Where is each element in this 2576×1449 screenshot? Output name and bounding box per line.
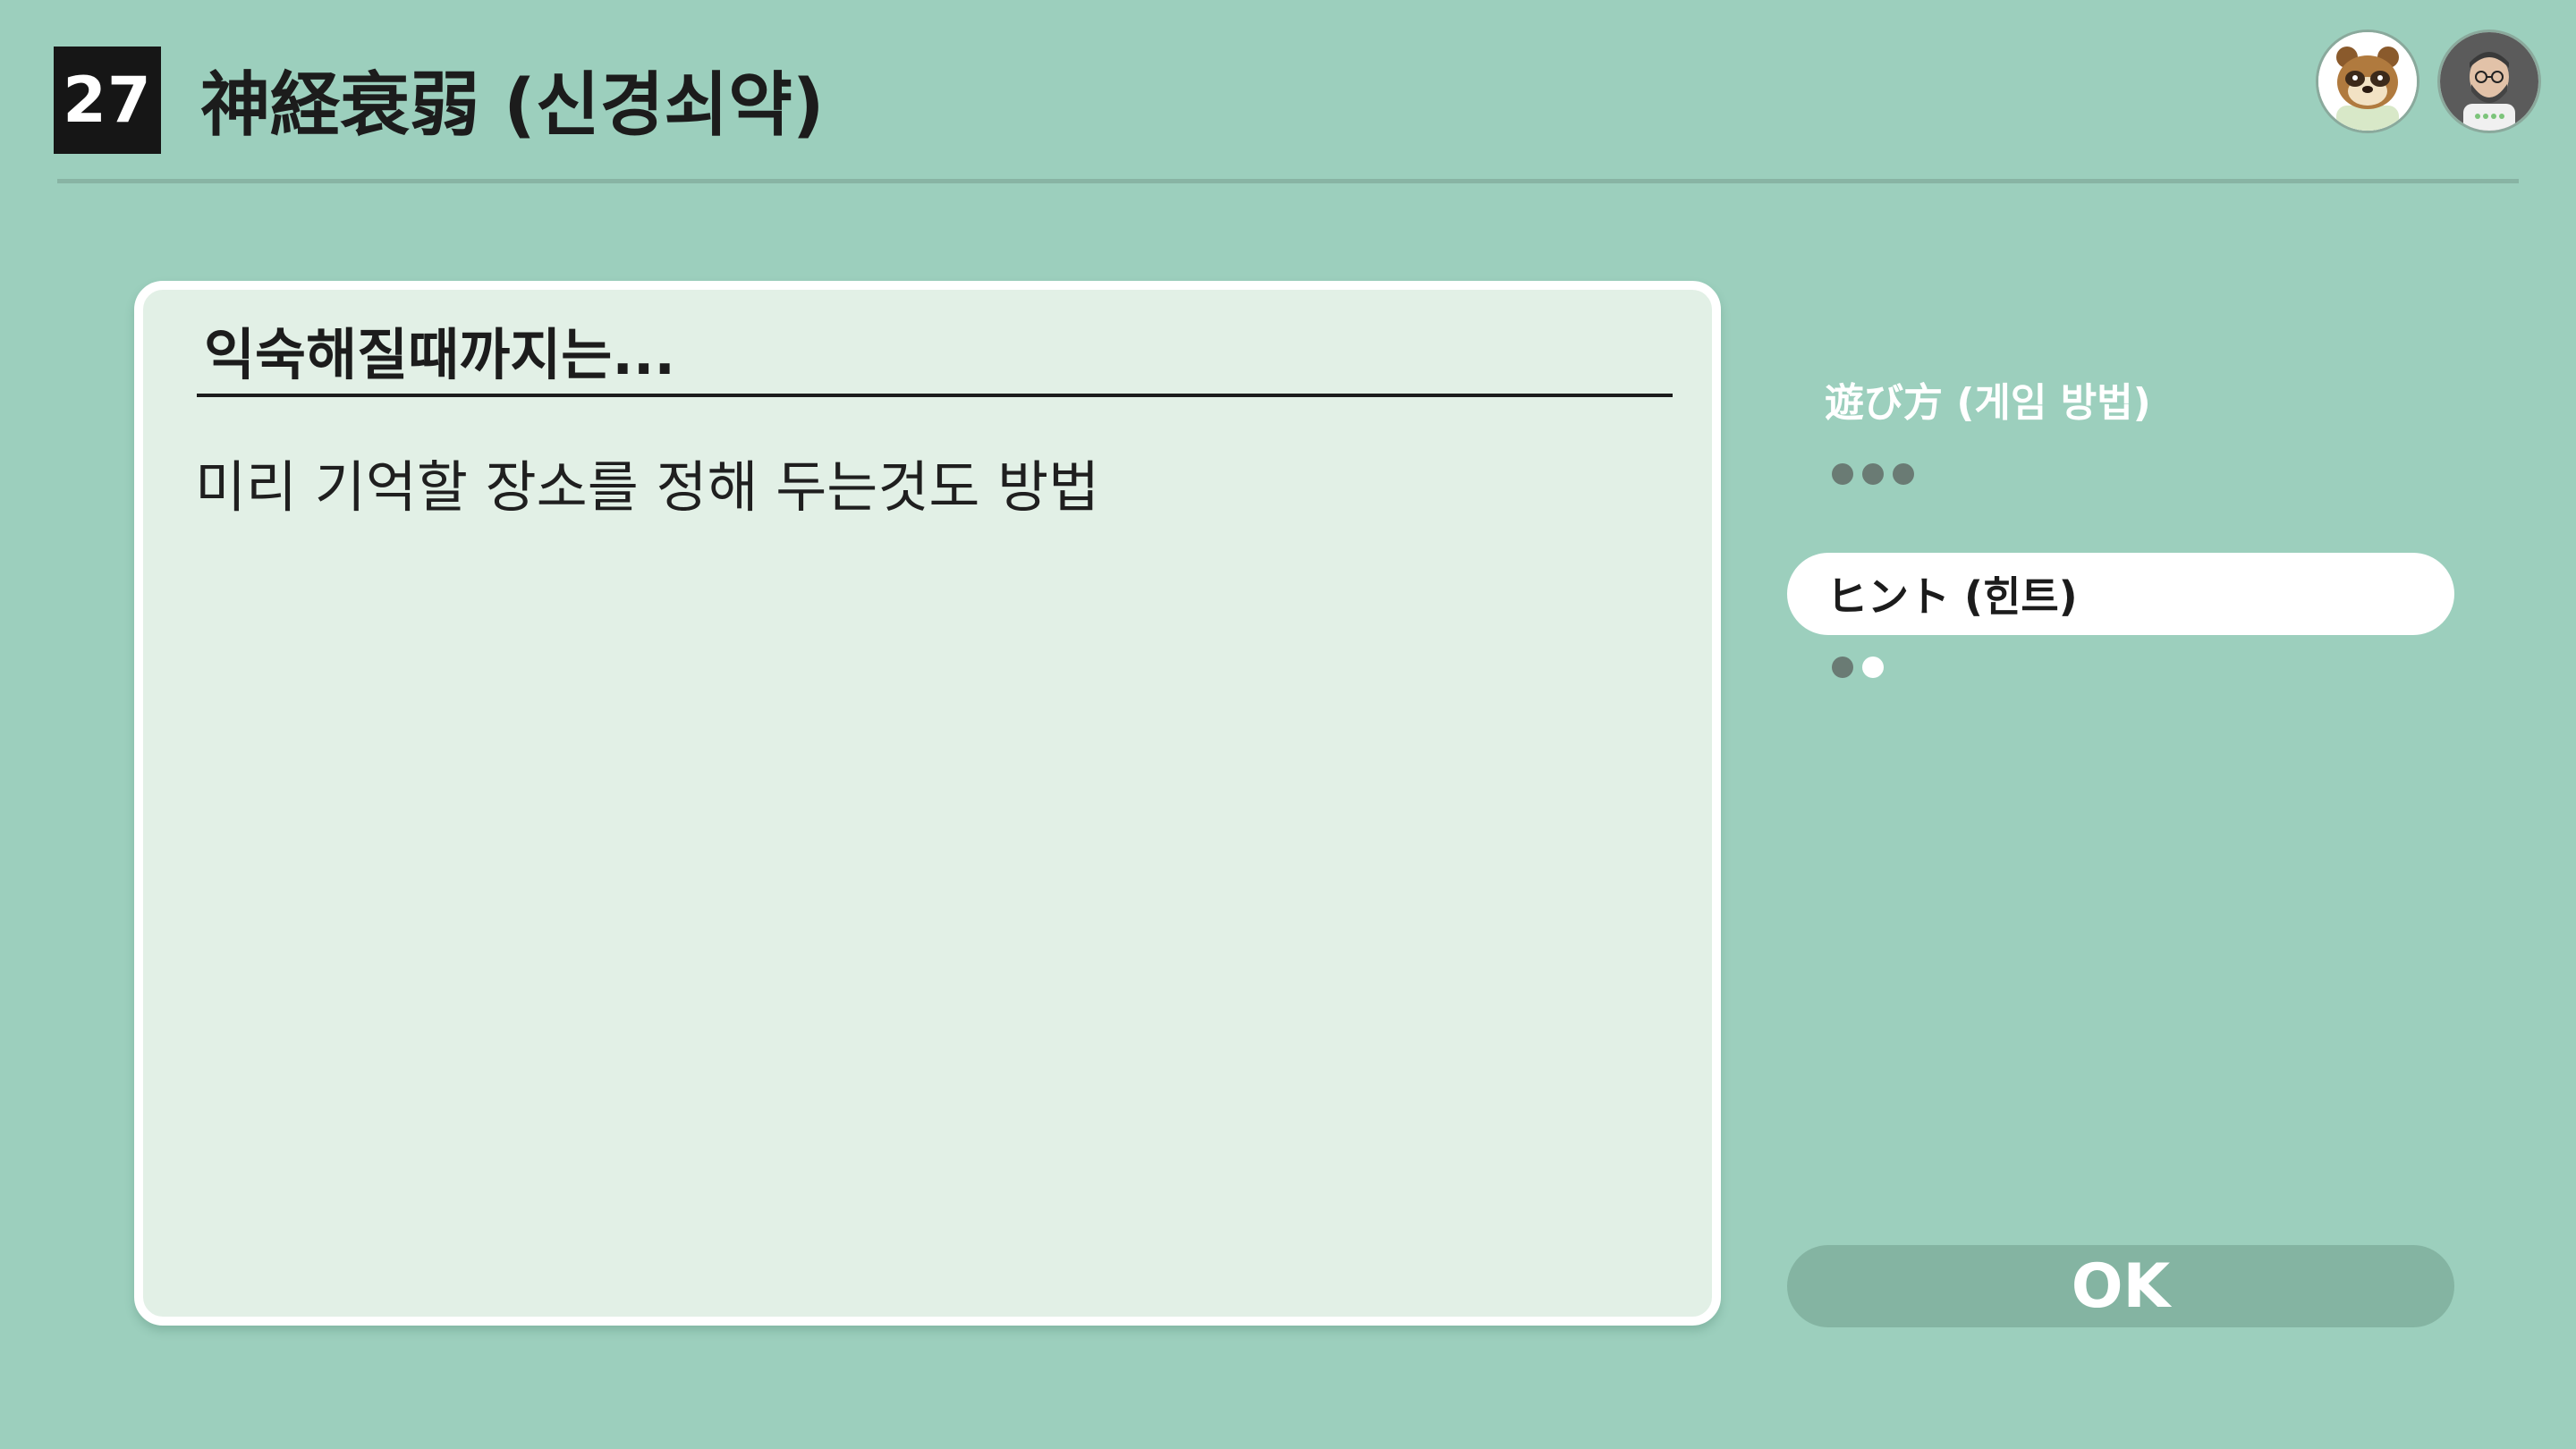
panel-heading: 익숙해질때까지는...: [204, 322, 675, 387]
hint-page-indicator: [1832, 657, 1884, 678]
page-dot: [1893, 463, 1914, 485]
howto-page-indicator: [1832, 463, 1914, 485]
ok-button[interactable]: OK: [1787, 1245, 2454, 1327]
game-number-badge: 27: [54, 47, 161, 154]
page-dot: [1832, 463, 1853, 485]
panel-heading-rule: [197, 394, 1673, 397]
bearded-man-avatar-icon[interactable]: [2440, 32, 2538, 131]
howto-menu-item[interactable]: 遊び方 (게임 방법): [1825, 370, 2151, 428]
hint-content-panel: 익숙해질때까지는... 미리 기억할 장소를 정해 두는것도 방법: [134, 281, 1721, 1326]
header-divider: [57, 179, 2519, 183]
raccoon-avatar-icon[interactable]: [2318, 32, 2417, 131]
page-dot-active: [1862, 657, 1884, 678]
hint-menu-item[interactable]: ヒント (힌트): [1787, 553, 2454, 635]
game-title: 神経衰弱 (신경쇠약): [200, 65, 825, 146]
panel-body-text: 미리 기억할 장소를 정해 두는것도 방법: [195, 454, 1100, 520]
page-dot: [1832, 657, 1853, 678]
page-dot: [1862, 463, 1884, 485]
